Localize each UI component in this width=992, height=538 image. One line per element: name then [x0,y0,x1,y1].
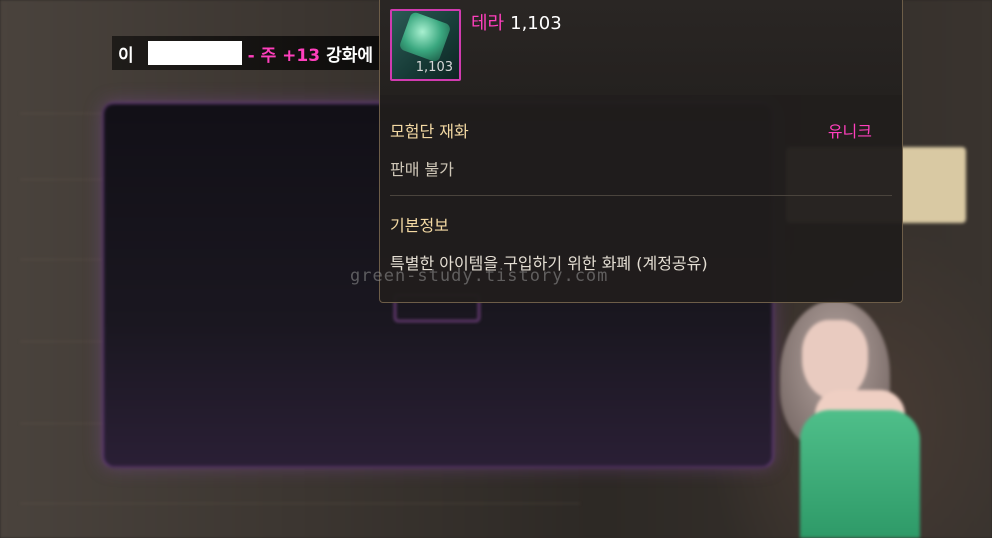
tooltip-divider [390,195,892,196]
item-title: 테라 1,103 [471,9,562,35]
basic-info-section: 기본정보 특별한 아이템을 구입하기 위한 화폐 (계정공유) [390,212,892,274]
item-amount: 1,103 [510,13,562,34]
character-illustration [760,300,960,538]
item-name: 테라 [471,13,505,34]
notice-prefix: 이 [118,45,134,66]
notice-enhance-level: - 주 +13 [247,45,321,66]
trade-restriction: 판매 불가 [390,160,454,179]
item-icon: 1,103 [390,9,461,81]
item-type-section: 모험단 재화 유니크 판매 불가 [390,118,892,180]
watermark: green-study.tistory.com [350,266,609,286]
basic-info-title: 기본정보 [390,216,449,235]
item-type: 모험단 재화 [390,122,469,141]
item-tooltip: 1,103 테라 1,103 모험단 재화 유니크 판매 불가 기본정보 특별한 … [379,0,903,303]
item-rarity: 유니크 [827,122,872,141]
gem-icon [398,11,452,63]
masked-player-name [147,41,242,65]
item-icon-count: 1,103 [415,60,453,75]
tooltip-header: 1,103 테라 1,103 [380,0,902,95]
character-face [802,320,868,400]
character-dress [800,410,920,538]
